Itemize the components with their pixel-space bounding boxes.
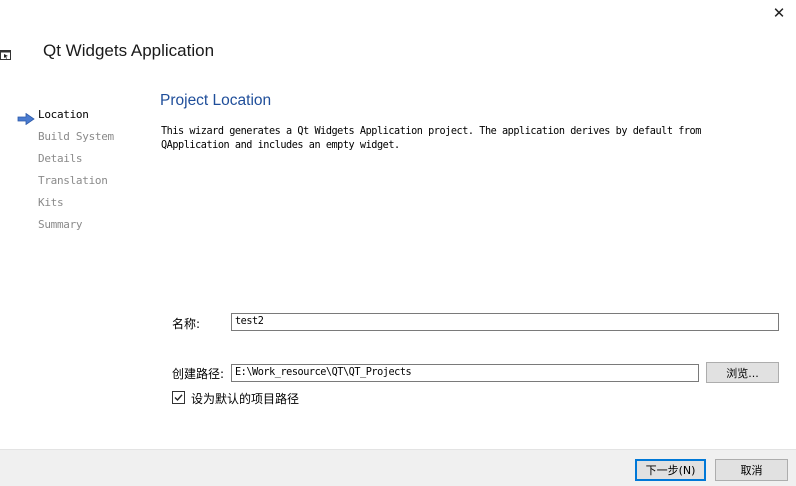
name-input[interactable]: test2	[231, 313, 779, 331]
step-build-system: Build System	[38, 130, 114, 143]
step-location: Location	[38, 108, 89, 121]
close-icon: ✕	[772, 4, 786, 22]
cancel-button[interactable]: 取消	[715, 459, 788, 481]
close-button[interactable]: ✕	[764, 0, 794, 26]
browse-button[interactable]: 浏览...	[706, 362, 779, 383]
description-line: QApplication and includes an empty widge…	[161, 140, 400, 151]
step-arrow-icon	[17, 110, 35, 126]
checkmark-icon	[174, 394, 183, 402]
name-label: 名称:	[172, 317, 201, 331]
step-translation: Translation	[38, 174, 108, 187]
page-title: Project Location	[160, 92, 272, 109]
step-details: Details	[38, 152, 83, 165]
step-summary: Summary	[38, 218, 83, 231]
default-path-label: 设为默认的项目路径	[191, 392, 300, 406]
default-path-checkbox[interactable]	[172, 391, 185, 404]
path-input[interactable]: E:\Work_resource\QT\QT_Projects	[231, 364, 699, 382]
page-description: This wizard generates a Qt Widgets Appli…	[161, 125, 761, 153]
window-title: Qt Widgets Application	[43, 41, 215, 60]
description-line: This wizard generates a Qt Widgets Appli…	[161, 126, 701, 137]
next-button[interactable]: 下一步(N)	[635, 459, 706, 481]
path-label: 创建路径:	[172, 367, 225, 381]
step-kits: Kits	[38, 196, 64, 209]
app-icon	[0, 45, 11, 60]
